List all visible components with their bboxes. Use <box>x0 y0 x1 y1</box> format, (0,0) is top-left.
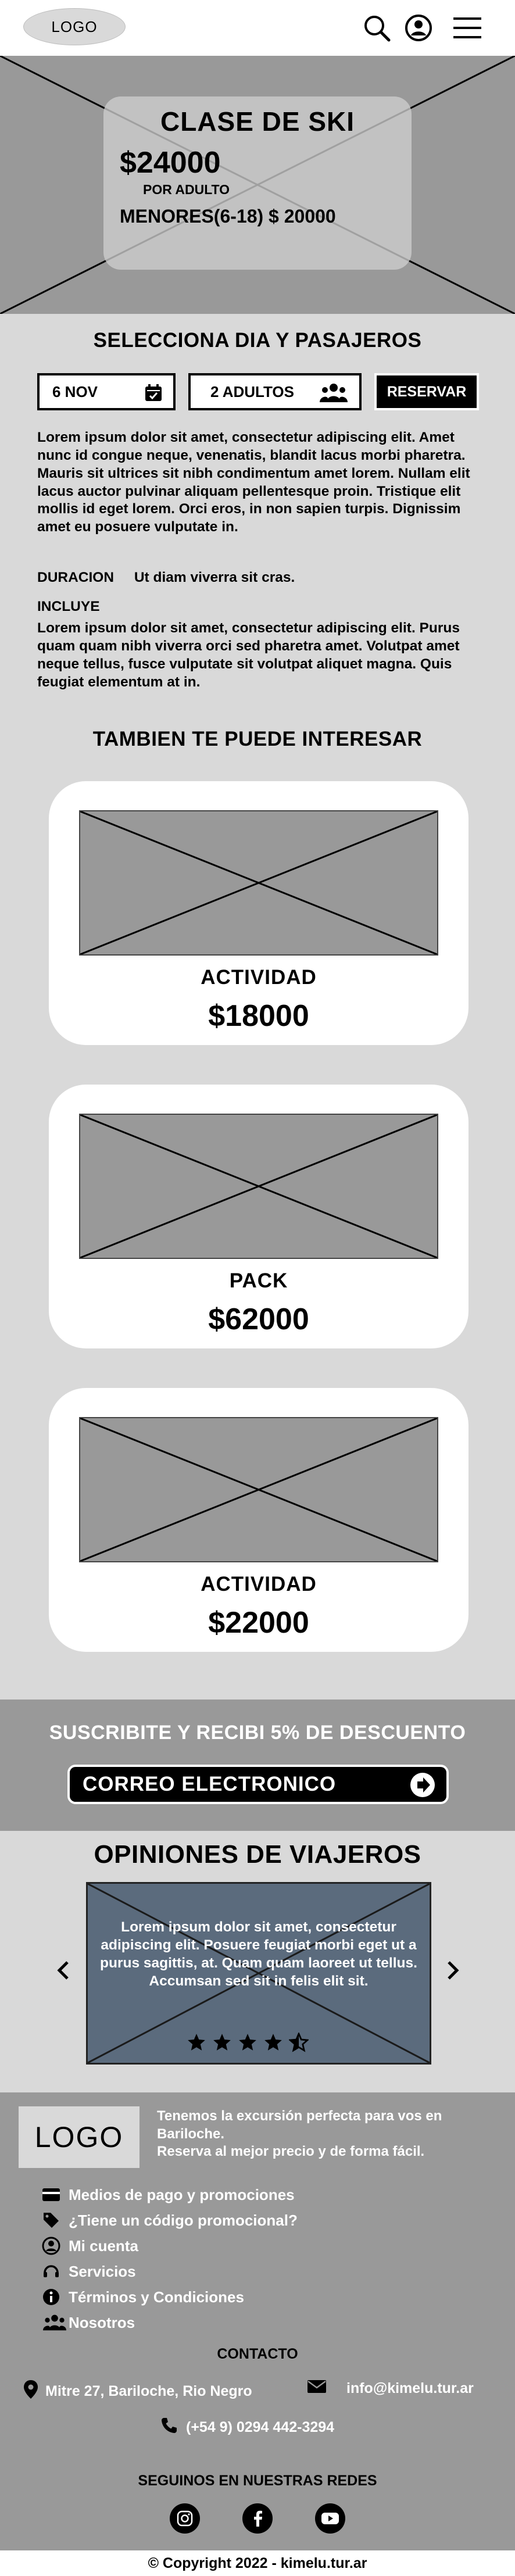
youtube-icon[interactable] <box>315 2503 345 2534</box>
footer-link-about[interactable]: Nosotros <box>42 2312 135 2333</box>
star-icon <box>213 2034 231 2051</box>
site-footer: LOGO Tenemos la excursión perfecta para … <box>0 2092 515 2576</box>
footer-link-payments[interactable]: Medios de pago y promociones <box>42 2184 295 2205</box>
support-icon <box>42 2262 69 2281</box>
card-image-placeholder <box>79 810 438 956</box>
contact-heading: CONTACTO <box>217 2346 298 2362</box>
phone-icon <box>160 2417 178 2438</box>
submit-arrow-icon[interactable] <box>409 1772 436 1804</box>
passengers-picker[interactable]: 2 ADULTOS <box>188 373 362 410</box>
star-icon <box>264 2034 282 2051</box>
phone-text: (+54 9) 0294 442-3294 <box>186 2419 335 2435</box>
footer-logo[interactable]: LOGO <box>19 2106 140 2168</box>
description-paragraph: Lorem ipsum dolor sit amet, consectetur … <box>37 430 470 535</box>
footer-link-label: Nosotros <box>69 2313 135 2331</box>
footer-phone[interactable]: (+54 9) 0294 442-3294 <box>160 2417 334 2438</box>
star-icon <box>239 2034 256 2051</box>
footer-link-label: ¿Tiene un código promocional? <box>69 2211 298 2229</box>
footer-link-label: Mi cuenta <box>69 2237 138 2255</box>
review-text: Lorem ipsum dolor sit amet, consectetur … <box>100 1919 417 1989</box>
user-icon[interactable] <box>402 12 435 44</box>
info-icon <box>42 2288 69 2306</box>
card-image-placeholder <box>79 1417 438 1562</box>
related-card[interactable]: ACTIVIDAD $18000 <box>49 781 468 1045</box>
email-placeholder: CORREO ELECTRONICO <box>83 1773 337 1795</box>
hero-title: CLASE DE SKI <box>160 106 355 137</box>
footer-link-terms[interactable]: Términos y Condiciones <box>42 2287 244 2307</box>
reviews-heading: OPINIONES DE VIAJEROS <box>94 1840 421 1869</box>
email-text: info@kimelu.tur.ar <box>346 2380 474 2396</box>
footer-tagline: Tenemos la excursión perfecta para vos e… <box>157 2108 500 2161</box>
tag-icon <box>42 2211 69 2230</box>
related-card[interactable]: ACTIVIDAD $22000 <box>49 1388 468 1652</box>
chevron-right-icon[interactable] <box>445 1960 460 1984</box>
footer-link-label: Términos y Condiciones <box>69 2288 244 2306</box>
social-heading: SEGUINOS EN NUESTRAS REDES <box>138 2473 377 2489</box>
group-icon <box>42 2314 69 2331</box>
card-name: ACTIVIDAD <box>201 1573 317 1595</box>
card-price: $22000 <box>208 1606 309 1640</box>
email-input[interactable]: CORREO ELECTRONICO <box>67 1765 449 1804</box>
hero-price-unit: POR ADULTO <box>143 182 230 197</box>
hero-price: $24000 <box>120 146 221 180</box>
related-card[interactable]: PACK $62000 <box>49 1085 468 1348</box>
star-half-icon <box>289 2033 309 2052</box>
card-price: $62000 <box>208 1303 309 1336</box>
hero-info-card: CLASE DE SKI $24000 POR ADULTO MENORES(6… <box>103 96 412 270</box>
hero-banner: CLASE DE SKI $24000 POR ADULTO MENORES(6… <box>0 56 515 314</box>
date-value: 6 NOV <box>52 382 98 400</box>
footer-link-promo[interactable]: ¿Tiene un código promocional? <box>42 2210 298 2231</box>
includes-label: INCLUYE <box>37 599 100 614</box>
card-name: PACK <box>229 1269 288 1292</box>
duration-row: DURACION Ut diam viverra sit cras. <box>37 570 295 586</box>
location-pin-icon <box>23 2380 38 2403</box>
instagram-icon[interactable] <box>170 2503 200 2534</box>
copyright-text: © Copyright 2022 - kimelu.tur.ar <box>148 2554 367 2571</box>
duration-value: Ut diam viverra sit cras. <box>134 570 295 585</box>
footer-link-label: Medios de pago y promociones <box>69 2185 295 2203</box>
address-text: Mitre 27, Bariloche, Rio Negro <box>45 2383 252 2399</box>
chevron-left-icon[interactable] <box>56 1960 71 1984</box>
review-card: Lorem ipsum dolor sit amet, consectetur … <box>86 1882 431 2065</box>
menu-icon[interactable] <box>451 12 484 44</box>
card-icon <box>42 2187 69 2202</box>
date-picker[interactable]: 6 NOV <box>37 373 176 410</box>
facebook-icon[interactable] <box>242 2503 273 2534</box>
footer-address[interactable]: Mitre 27, Bariloche, Rio Negro <box>23 2380 252 2403</box>
footer-tagline-1: Tenemos la excursión perfecta para vos e… <box>157 2108 442 2142</box>
card-price: $18000 <box>208 999 309 1033</box>
footer-tagline-2: Reserva al mejor precio y de forma fácil… <box>157 2144 425 2160</box>
footer-link-services[interactable]: Servicios <box>42 2261 136 2282</box>
subscribe-section: SUSCRIBITE Y RECIBI 5% DE DESCUENTO CORR… <box>0 1700 515 1831</box>
group-icon <box>320 382 348 407</box>
passengers-value: 2 ADULTOS <box>210 382 294 400</box>
site-header: LOGO <box>0 0 515 56</box>
mail-icon <box>307 2380 327 2398</box>
footer-link-label: Servicios <box>69 2262 136 2280</box>
footer-link-account[interactable]: Mi cuenta <box>42 2235 138 2256</box>
star-rating <box>187 2033 309 2052</box>
footer-email[interactable]: info@kimelu.tur.ar <box>307 2380 474 2398</box>
copyright-bar: © Copyright 2022 - kimelu.tur.ar <box>0 2550 515 2576</box>
duration-label: DURACION <box>37 570 115 585</box>
calendar-icon <box>144 384 163 406</box>
card-image-placeholder <box>79 1114 438 1259</box>
booking-heading: SELECCIONA DIA Y PASAJEROS <box>93 329 422 352</box>
hero-minors-price: MENORES(6-18) $ 20000 <box>120 206 336 227</box>
card-name: ACTIVIDAD <box>201 966 317 989</box>
search-icon[interactable] <box>360 12 393 44</box>
header-logo[interactable]: LOGO <box>23 8 126 45</box>
user-icon <box>42 2237 69 2255</box>
related-heading: TAMBIEN TE PUEDE INTERESAR <box>92 728 423 750</box>
includes-text: Lorem ipsum dolor sit amet, consectetur … <box>37 620 460 690</box>
reserve-button[interactable]: RESERVAR <box>374 373 479 410</box>
subscribe-heading: SUSCRIBITE Y RECIBI 5% DE DESCUENTO <box>49 1722 466 1744</box>
star-icon <box>188 2034 205 2051</box>
